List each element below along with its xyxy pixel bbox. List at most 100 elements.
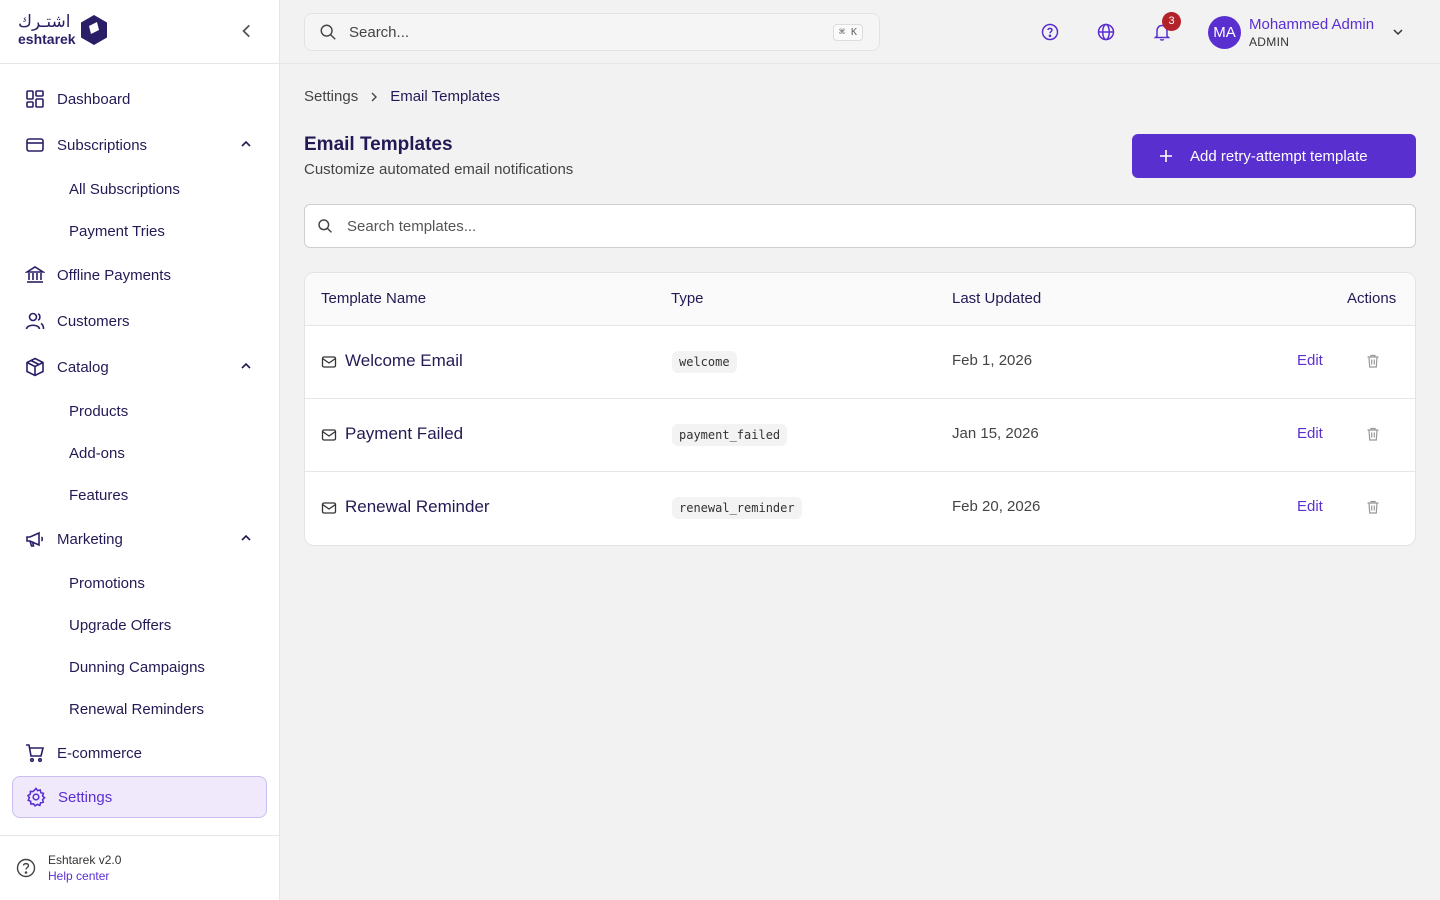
sidebar-item-label: Offline Payments [57, 266, 171, 284]
sidebar-item-e-commerce[interactable]: E-commerce [0, 730, 279, 776]
sidebar-item-label: Catalog [57, 358, 109, 376]
users-icon [24, 310, 46, 332]
dashboard-icon [24, 88, 46, 110]
breadcrumb-current: Email Templates [390, 88, 500, 105]
sidebar-subitem-renewal-reminders[interactable]: Renewal Reminders [0, 688, 279, 730]
trash-icon[interactable] [1365, 499, 1381, 515]
template-search-box [304, 204, 1416, 248]
sidebar-footer: Eshtarek v2.0 Help center [0, 835, 279, 900]
sidebar-item-dashboard[interactable]: Dashboard [0, 76, 279, 122]
table-row[interactable]: Renewal Reminder renewal_reminder Feb 20… [305, 472, 1415, 545]
brand-header: اشتـرك eshtarek [0, 0, 279, 64]
chevron-down-icon [1393, 29, 1403, 36]
template-last-updated: Feb 20, 2026 [952, 498, 1041, 515]
sidebar-subitem-products[interactable]: Products [0, 390, 279, 432]
edit-button[interactable]: Edit [1297, 425, 1323, 442]
globe-icon[interactable] [1095, 21, 1117, 43]
topbar: Search... ⌘ K 3 MA Mohammed Admin ADMIN [280, 0, 1440, 64]
breadcrumb: Settings Email Templates [304, 88, 500, 105]
sidebar-subitem-all-subscriptions[interactable]: All Subscriptions [0, 168, 279, 210]
sidebar-subitem-promotions[interactable]: Promotions [0, 562, 279, 604]
template-search-input[interactable] [347, 217, 1347, 235]
card-icon [24, 134, 46, 156]
column-header-template-name[interactable]: Template Name [321, 290, 426, 307]
logo-mark-icon [80, 15, 107, 45]
column-header-type[interactable]: Type [671, 290, 704, 307]
global-search-placeholder: Search... [349, 23, 410, 41]
sidebar-item-label: Marketing [57, 530, 123, 548]
sidebar-item-label: E-commerce [57, 744, 143, 762]
chevron-up-icon[interactable] [238, 530, 254, 546]
template-type-code: welcome [672, 351, 737, 373]
avatar: MA [1208, 15, 1241, 49]
sidebar-item-label: Dashboard [57, 90, 131, 108]
email-templates-table: Template Name Type Last Updated Actions … [304, 272, 1416, 546]
table-header: Template Name Type Last Updated Actions [305, 273, 1415, 326]
sidebar-item-label: Customers [57, 312, 130, 330]
sidebar: اشتـرك eshtarek Dashboard Subscriptions … [0, 0, 280, 900]
help-circle-icon [16, 858, 36, 878]
notification-count-badge: 3 [1162, 12, 1181, 31]
template-name: Payment Failed [345, 424, 464, 443]
logo-english-text: eshtarek [18, 31, 76, 47]
user-name: Mohammed Admin [1249, 15, 1375, 33]
template-name: Welcome Email [345, 351, 463, 370]
trash-icon[interactable] [1365, 353, 1381, 369]
template-name: Renewal Reminder [345, 497, 490, 516]
sidebar-item-label: Settings [58, 788, 113, 806]
column-header-last-updated[interactable]: Last Updated [952, 290, 1041, 307]
sidebar-item-catalog[interactable]: Catalog [0, 344, 279, 390]
search-icon [320, 24, 336, 40]
collapse-sidebar-icon[interactable] [238, 22, 256, 40]
template-type-code: renewal_reminder [672, 497, 802, 519]
sidebar-item-settings[interactable]: Settings [12, 776, 267, 818]
search-icon [318, 219, 332, 233]
mail-icon [321, 502, 337, 514]
global-search-input[interactable]: Search... ⌘ K [304, 13, 880, 51]
eshtarek-logo[interactable]: اشتـرك eshtarek [18, 14, 108, 46]
mail-icon [321, 429, 337, 441]
chevron-up-icon[interactable] [238, 358, 254, 374]
sidebar-subitem-features[interactable]: Features [0, 474, 279, 516]
edit-button[interactable]: Edit [1297, 498, 1323, 515]
page-title: Email Templates [304, 134, 453, 155]
mail-icon [321, 356, 337, 368]
trash-icon[interactable] [1365, 426, 1381, 442]
plus-icon [1160, 150, 1172, 162]
logo-arabic-text: اشتـرك [18, 12, 71, 32]
gear-icon [25, 786, 47, 808]
sidebar-nav: Dashboard Subscriptions All Subscription… [0, 64, 279, 818]
sidebar-item-label: Subscriptions [57, 136, 148, 154]
box-icon [24, 356, 46, 378]
sidebar-item-subscriptions[interactable]: Subscriptions [0, 122, 279, 168]
sidebar-subitem-upgrade-offers[interactable]: Upgrade Offers [0, 604, 279, 646]
help-icon[interactable] [1039, 21, 1061, 43]
table-row[interactable]: Welcome Email welcome Feb 1, 2026 Edit [305, 326, 1415, 399]
bank-icon [24, 264, 46, 286]
column-header-actions: Actions [1347, 290, 1397, 307]
search-shortcut-hint: ⌘ K [832, 24, 863, 41]
breadcrumb-settings-link[interactable]: Settings [304, 88, 358, 105]
template-type-code: payment_failed [672, 424, 788, 446]
sidebar-item-offline-payments[interactable]: Offline Payments [0, 252, 279, 298]
table-row[interactable]: Payment Failed payment_failed Jan 15, 20… [305, 399, 1415, 472]
template-last-updated: Jan 15, 2026 [952, 425, 1039, 442]
edit-button[interactable]: Edit [1297, 352, 1323, 369]
cart-icon [24, 742, 46, 764]
user-menu[interactable]: MA Mohammed Admin ADMIN [1208, 14, 1403, 50]
sidebar-subitem-payment-tries[interactable]: Payment Tries [0, 210, 279, 252]
help-center-link[interactable]: Help center [48, 869, 121, 883]
sidebar-item-customers[interactable]: Customers [0, 298, 279, 344]
add-button-label: Add retry-attempt template [1190, 147, 1368, 165]
user-role: ADMIN [1249, 34, 1290, 49]
megaphone-icon [24, 528, 46, 550]
sidebar-item-marketing[interactable]: Marketing [0, 516, 279, 562]
app-version: Eshtarek v2.0 [48, 853, 122, 867]
page-subtitle: Customize automated email notifications [304, 161, 574, 178]
add-retry-attempt-template-button[interactable]: Add retry-attempt template [1132, 134, 1416, 178]
chevron-up-icon[interactable] [238, 136, 254, 152]
template-last-updated: Feb 1, 2026 [952, 352, 1033, 369]
sidebar-subitem-dunning-campaigns[interactable]: Dunning Campaigns [0, 646, 279, 688]
chevron-right-icon [371, 92, 378, 101]
sidebar-subitem-add-ons[interactable]: Add-ons [0, 432, 279, 474]
